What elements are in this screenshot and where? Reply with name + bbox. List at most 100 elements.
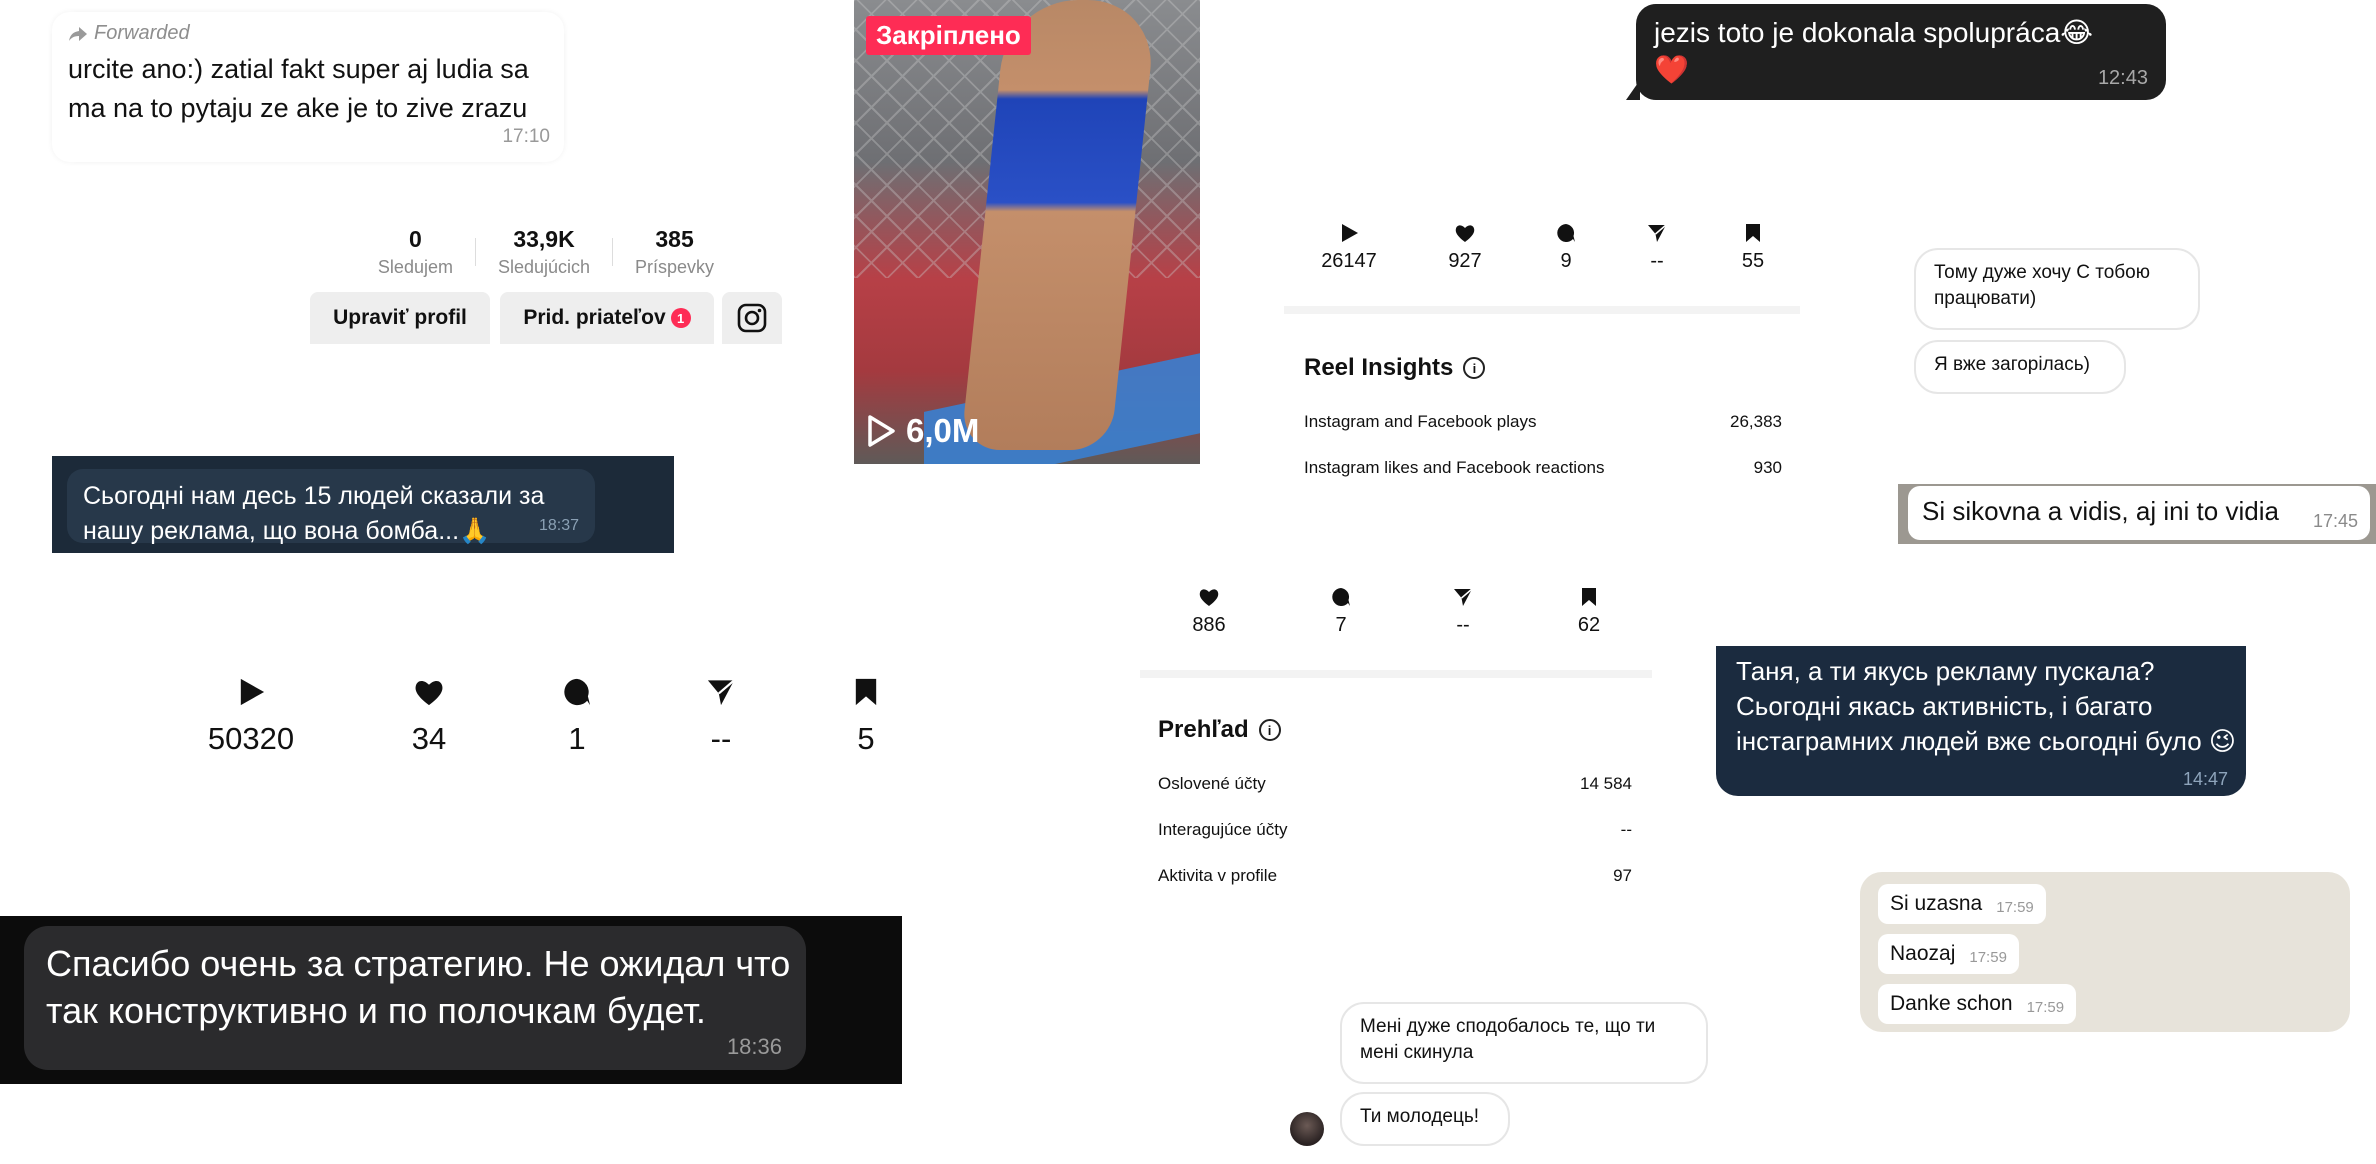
message-bubble[interactable]: Naozaj 17:59 (1878, 934, 2019, 974)
insight-value: -- (1620, 820, 1632, 839)
share-icon (1454, 588, 1473, 606)
play-icon (1342, 224, 1358, 242)
metric-saves: 55 (1708, 222, 1798, 273)
message-line: jezis toto je dokonala spolupráca😂 (1654, 17, 2093, 48)
metric-value: -- (1650, 250, 1664, 272)
view-count: 6,0M (866, 412, 979, 450)
message-text: Naozaj (1890, 942, 1956, 965)
message-text: Danke schon (1890, 992, 2013, 1015)
metric-saves: 62 (1544, 586, 1634, 637)
insight-value: 97 (1613, 866, 1632, 885)
message-bubble[interactable]: Тому дуже хочу С тобою працювати) (1914, 248, 2200, 330)
add-friends-label: Prid. priateľov (523, 306, 666, 329)
forward-arrow-icon (69, 26, 87, 41)
message-line: ❤️ (1654, 54, 1689, 85)
stat-label: Príspevky (635, 257, 715, 277)
forwarded-label: Forwarded (68, 22, 190, 45)
metric-shares: -- (1418, 586, 1508, 637)
message-bubble[interactable]: Danke schon 17:59 (1878, 984, 2077, 1024)
metric-value: 50320 (207, 721, 295, 756)
insight-label: Oslovené účty (1158, 774, 1266, 793)
message-bubble[interactable]: Я вже загорілась) (1914, 340, 2126, 394)
info-icon[interactable]: i (1258, 719, 1281, 741)
metric-likes: 34 (364, 676, 494, 757)
whatsapp-chat-snippet: Si uzasna 17:59 Naozaj 17:59 Danke schon… (1860, 872, 2350, 1032)
instagram-icon (737, 303, 767, 333)
metric-value: 34 (411, 721, 447, 756)
insight-label: Aktivita v profile (1158, 866, 1278, 885)
insight-value: 14 584 (1580, 774, 1632, 793)
metric-plays: 26147 (1304, 222, 1394, 273)
stat-number: 33,9K (513, 226, 575, 252)
message-text: Таня, а ти якусь рекламу пускала? Сьогод… (1736, 656, 2237, 756)
pinned-badge: Закріплено (866, 16, 1031, 55)
insight-value: 26,383 (1730, 412, 1782, 431)
insight-label: Instagram likes and Facebook reactions (1304, 458, 1605, 477)
add-friends-button[interactable]: Prid. priateľov 1 (500, 292, 714, 344)
info-icon[interactable]: i (1463, 357, 1486, 379)
metric-comments: 9 (1521, 222, 1611, 273)
profile-stats: 0 Sledujem 33,9K Sledujúcich 385 Príspev… (376, 226, 716, 278)
metric-value: 26147 (1321, 250, 1377, 272)
metric-saves: 5 (801, 676, 931, 757)
heart-icon (1455, 225, 1475, 242)
metric-value: 62 (1577, 614, 1601, 636)
stat-number: 0 (409, 226, 422, 252)
instagram-button[interactable] (722, 292, 782, 344)
stat-posts[interactable]: 385 Príspevky (635, 226, 714, 278)
forwarded-text: Forwarded (94, 22, 190, 44)
insight-row: Interagujúce účty -- (1158, 820, 1632, 840)
stat-followers[interactable]: 33,9K Sledujúcich (498, 226, 590, 278)
message-time: 18:36 (726, 1034, 782, 1059)
metric-comments: 7 (1296, 586, 1386, 637)
section-title: Reel Insights (1304, 354, 1454, 381)
metric-comments: 1 (512, 676, 642, 757)
avatar[interactable] (1290, 1112, 1324, 1146)
insight-row: Oslovené účty 14 584 (1158, 774, 1632, 794)
message-time: 17:45 (2312, 511, 2358, 531)
message-time: 17:59 (1996, 899, 2034, 916)
message-time: 14:47 (2182, 769, 2228, 789)
forwarded-message-card[interactable]: Forwarded urcite ano:) zatial fakt super… (52, 12, 564, 162)
divider (612, 238, 614, 266)
notification-badge: 1 (670, 308, 691, 328)
message-bubble[interactable]: Si sikovna a vidis, aj ini to vidia 17:4… (1908, 486, 2370, 540)
comment-icon (1557, 224, 1575, 242)
telegram-message-bubble[interactable]: Таня, а ти якусь рекламу пускала? Сьогод… (1716, 646, 2246, 796)
metric-value: 1 (568, 721, 586, 756)
view-count-value: 6,0M (906, 412, 980, 449)
heart-icon (1199, 589, 1219, 606)
edit-profile-button[interactable]: Upraviť profil (310, 292, 490, 344)
message-text: jezis toto je dokonala spolupráca😂 ❤️ (1654, 14, 2093, 88)
message-time: 17:10 (502, 126, 550, 147)
metric-shares: -- (1612, 222, 1702, 273)
message-text: Si sikovna a vidis, aj ini to vidia (1922, 496, 2279, 526)
message-bubble[interactable]: Сьогодні нам десь 15 людей сказали за на… (67, 469, 595, 545)
message-bubble[interactable]: Мені дуже сподобалось те, що ти мені ски… (1340, 1002, 1708, 1084)
bookmark-icon (1746, 224, 1760, 242)
stat-label: Sledujúcich (497, 257, 591, 277)
comment-icon (1332, 588, 1350, 606)
message-bubble[interactable]: Ти молодець! (1340, 1092, 1510, 1146)
bookmark-icon (855, 678, 877, 706)
insight-row: Aktivita v profile 97 (1158, 866, 1632, 886)
message-bubble-dark[interactable]: jezis toto je dokonala spolupráca😂 ❤️ 12… (1636, 4, 2166, 100)
telegram-chat-snippet: Спасибо очень за стратегию. Не ожидал чт… (0, 916, 902, 1084)
insight-label: Instagram and Facebook plays (1304, 412, 1537, 431)
message-text: Сьогодні нам десь 15 людей сказали за на… (83, 482, 545, 545)
video-thumbnail[interactable]: Закріплено 6,0M (854, 0, 1200, 464)
stat-following[interactable]: 0 Sledujem (378, 226, 453, 278)
message-time: 12:43 (2097, 67, 2148, 89)
metric-value: 5 (857, 721, 875, 756)
message-bubble[interactable]: Спасибо очень за стратегию. Не ожидал чт… (24, 926, 806, 1070)
whatsapp-chat-snippet: Si sikovna a vidis, aj ini to vidia 17:4… (1898, 484, 2376, 544)
metric-value: 9 (1560, 250, 1572, 272)
share-icon (1648, 224, 1667, 242)
edit-profile-label: Upraviť profil (333, 306, 467, 329)
message-bubble[interactable]: Si uzasna 17:59 (1878, 884, 2046, 924)
insight-row: Instagram likes and Facebook reactions 9… (1304, 458, 1782, 478)
message-time: 18:37 (538, 517, 579, 534)
message-time: 17:59 (2026, 999, 2065, 1016)
metric-value: 55 (1741, 250, 1765, 272)
metric-value: 927 (1448, 250, 1482, 272)
